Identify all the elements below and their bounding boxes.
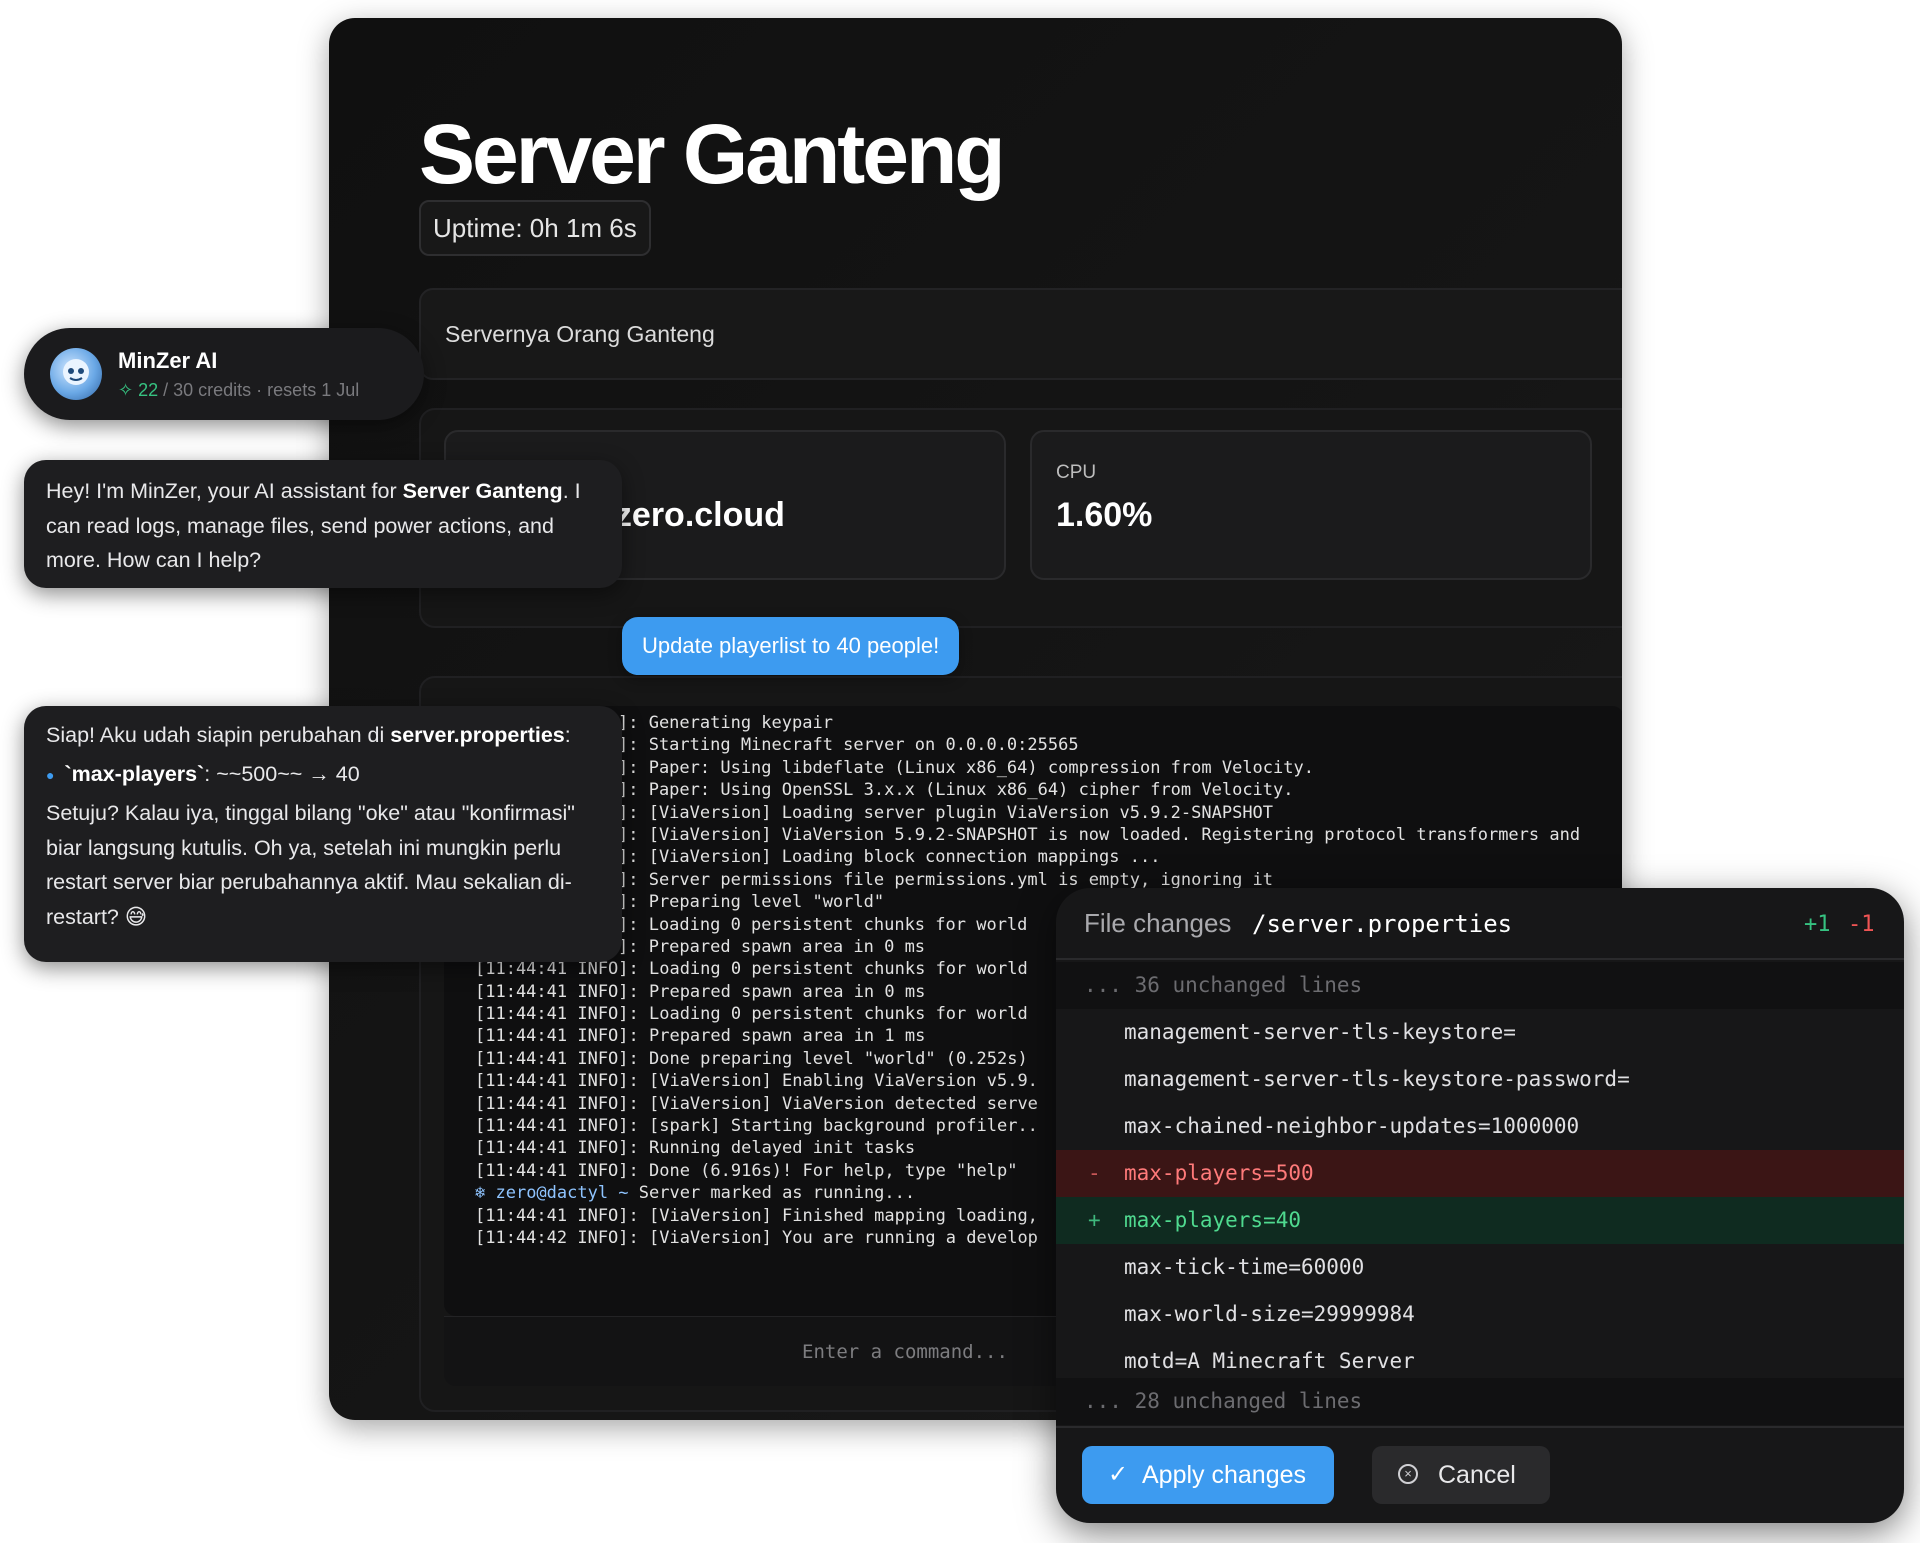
reply-intro: Siap! Aku udah siapin perubahan di serve… (46, 718, 600, 753)
diff-added-line: + max-players=40 (1056, 1197, 1904, 1244)
console-line: ]: Paper: Using libdeflate (Linux x86_64… (618, 757, 1314, 778)
console-line: ]: [ViaVersion] ViaVersion 5.9.2-SNAPSHO… (618, 824, 1581, 845)
removed-count: -1 (1848, 912, 1875, 937)
assistant-name: MinZer AI (118, 348, 218, 373)
user-message-bubble: Update playerlist to 40 people! (622, 617, 960, 675)
assistant-avatar (50, 348, 102, 400)
console-line: ]: [ViaVersion] Loading server plugin Vi… (618, 802, 1274, 823)
sparkle-icon: ✧ (118, 380, 134, 400)
file-path: /server.properties (1252, 910, 1513, 938)
apply-changes-button[interactable]: ✓ Apply changes (1082, 1446, 1334, 1504)
cpu-card: CPU 1.60% (1030, 430, 1592, 580)
file-changes-panel: File changes /server.properties +1 -1 ..… (1056, 888, 1904, 1523)
greeting-text-pre: Hey! I'm MinZer, your AI assistant for (46, 479, 403, 503)
file-changes-footer: ✓ Apply changes × Cancel (1056, 1426, 1904, 1523)
cpu-label: CPU (1056, 462, 1097, 483)
console-line: ]: Starting Minecraft server on 0.0.0.0:… (618, 735, 1079, 756)
uptime-badge: Uptime: 0h 1m 6s (419, 200, 651, 256)
credits-rest: / 30 credits · resets 1 Jul (158, 380, 360, 400)
plus-icon: + (1088, 1208, 1101, 1232)
reply-intro-post: : (564, 723, 571, 747)
reply-bullet-key: `max-players` (64, 761, 205, 786)
assistant-greeting-bubble: Hey! I'm MinZer, your AI assistant for S… (24, 460, 622, 588)
assistant-reply-bubble: Siap! Aku udah siapin perubahan di serve… (24, 706, 622, 962)
apply-changes-label: Apply changes (1142, 1461, 1307, 1489)
diff-context-line: management-server-tls-keystore-password= (1124, 1067, 1630, 1091)
file-changes-title: File changes (1084, 908, 1232, 938)
diff-context-line: max-tick-time=60000 (1124, 1255, 1365, 1279)
cancel-label: Cancel (1438, 1461, 1516, 1489)
assistant-credits: ✧ 22 / 30 credits · resets 1 Jul (118, 380, 359, 401)
greeting-server-name: Server Ganteng (402, 479, 563, 503)
assistant-header: MinZer AI ✧ 22 / 30 credits · resets 1 J… (24, 328, 424, 420)
cpu-value: 1.60% (1056, 496, 1153, 534)
server-description: Servernya Orang Ganteng (419, 288, 1622, 380)
pterodactyl-icon: ❄ (475, 1183, 496, 1204)
reply-file-name: server.properties (390, 723, 565, 747)
prompt-user: zero@dactyl ~ (495, 1183, 629, 1204)
diff-context-line: max-world-size=29999984 (1124, 1302, 1415, 1326)
console-line: ]: [ViaVersion] Loading block connection… (618, 847, 1161, 868)
reply-bullet: ● `max-players`: ~~500~~ → 40 (46, 757, 600, 793)
cancel-button[interactable]: × Cancel (1372, 1446, 1550, 1504)
diff-fold-top[interactable]: ... 36 unchanged lines (1056, 962, 1904, 1009)
close-circle-icon: × (1398, 1464, 1418, 1484)
bullet-icon: ● (46, 766, 55, 783)
minus-icon: - (1088, 1161, 1101, 1185)
reply-intro-pre: Siap! Aku udah siapin perubahan di (46, 723, 391, 747)
added-count: +1 (1804, 912, 1831, 937)
prompt-text: Server marked as running... (628, 1183, 916, 1204)
file-changes-header: File changes /server.properties +1 -1 (1056, 888, 1904, 960)
diff-fold-bottom[interactable]: ... 28 unchanged lines (1056, 1378, 1904, 1425)
reply-body: Setuju? Kalau iya, tinggal bilang "oke" … (46, 801, 575, 929)
diff-removed-line: - max-players=500 (1056, 1150, 1904, 1197)
check-icon: ✓ (1108, 1461, 1129, 1488)
diff-context-line: max-chained-neighbor-updates=1000000 (1124, 1114, 1580, 1138)
diff-context-line: management-server-tls-keystore= (1124, 1020, 1516, 1044)
removed-line-text: max-players=500 (1124, 1161, 1314, 1185)
page-title: Server Ganteng (419, 107, 1006, 201)
console-line: ]: Generating keypair (618, 713, 833, 733)
reply-bullet-rest: : ~~500~~ → 40 (204, 761, 360, 786)
credits-used: 22 (138, 380, 159, 400)
console-line: ]: Paper: Using OpenSSL 3.x.x (Linux x86… (618, 780, 1294, 801)
added-line-text: max-players=40 (1124, 1208, 1302, 1232)
address-value: yzero.cloud (596, 496, 785, 534)
